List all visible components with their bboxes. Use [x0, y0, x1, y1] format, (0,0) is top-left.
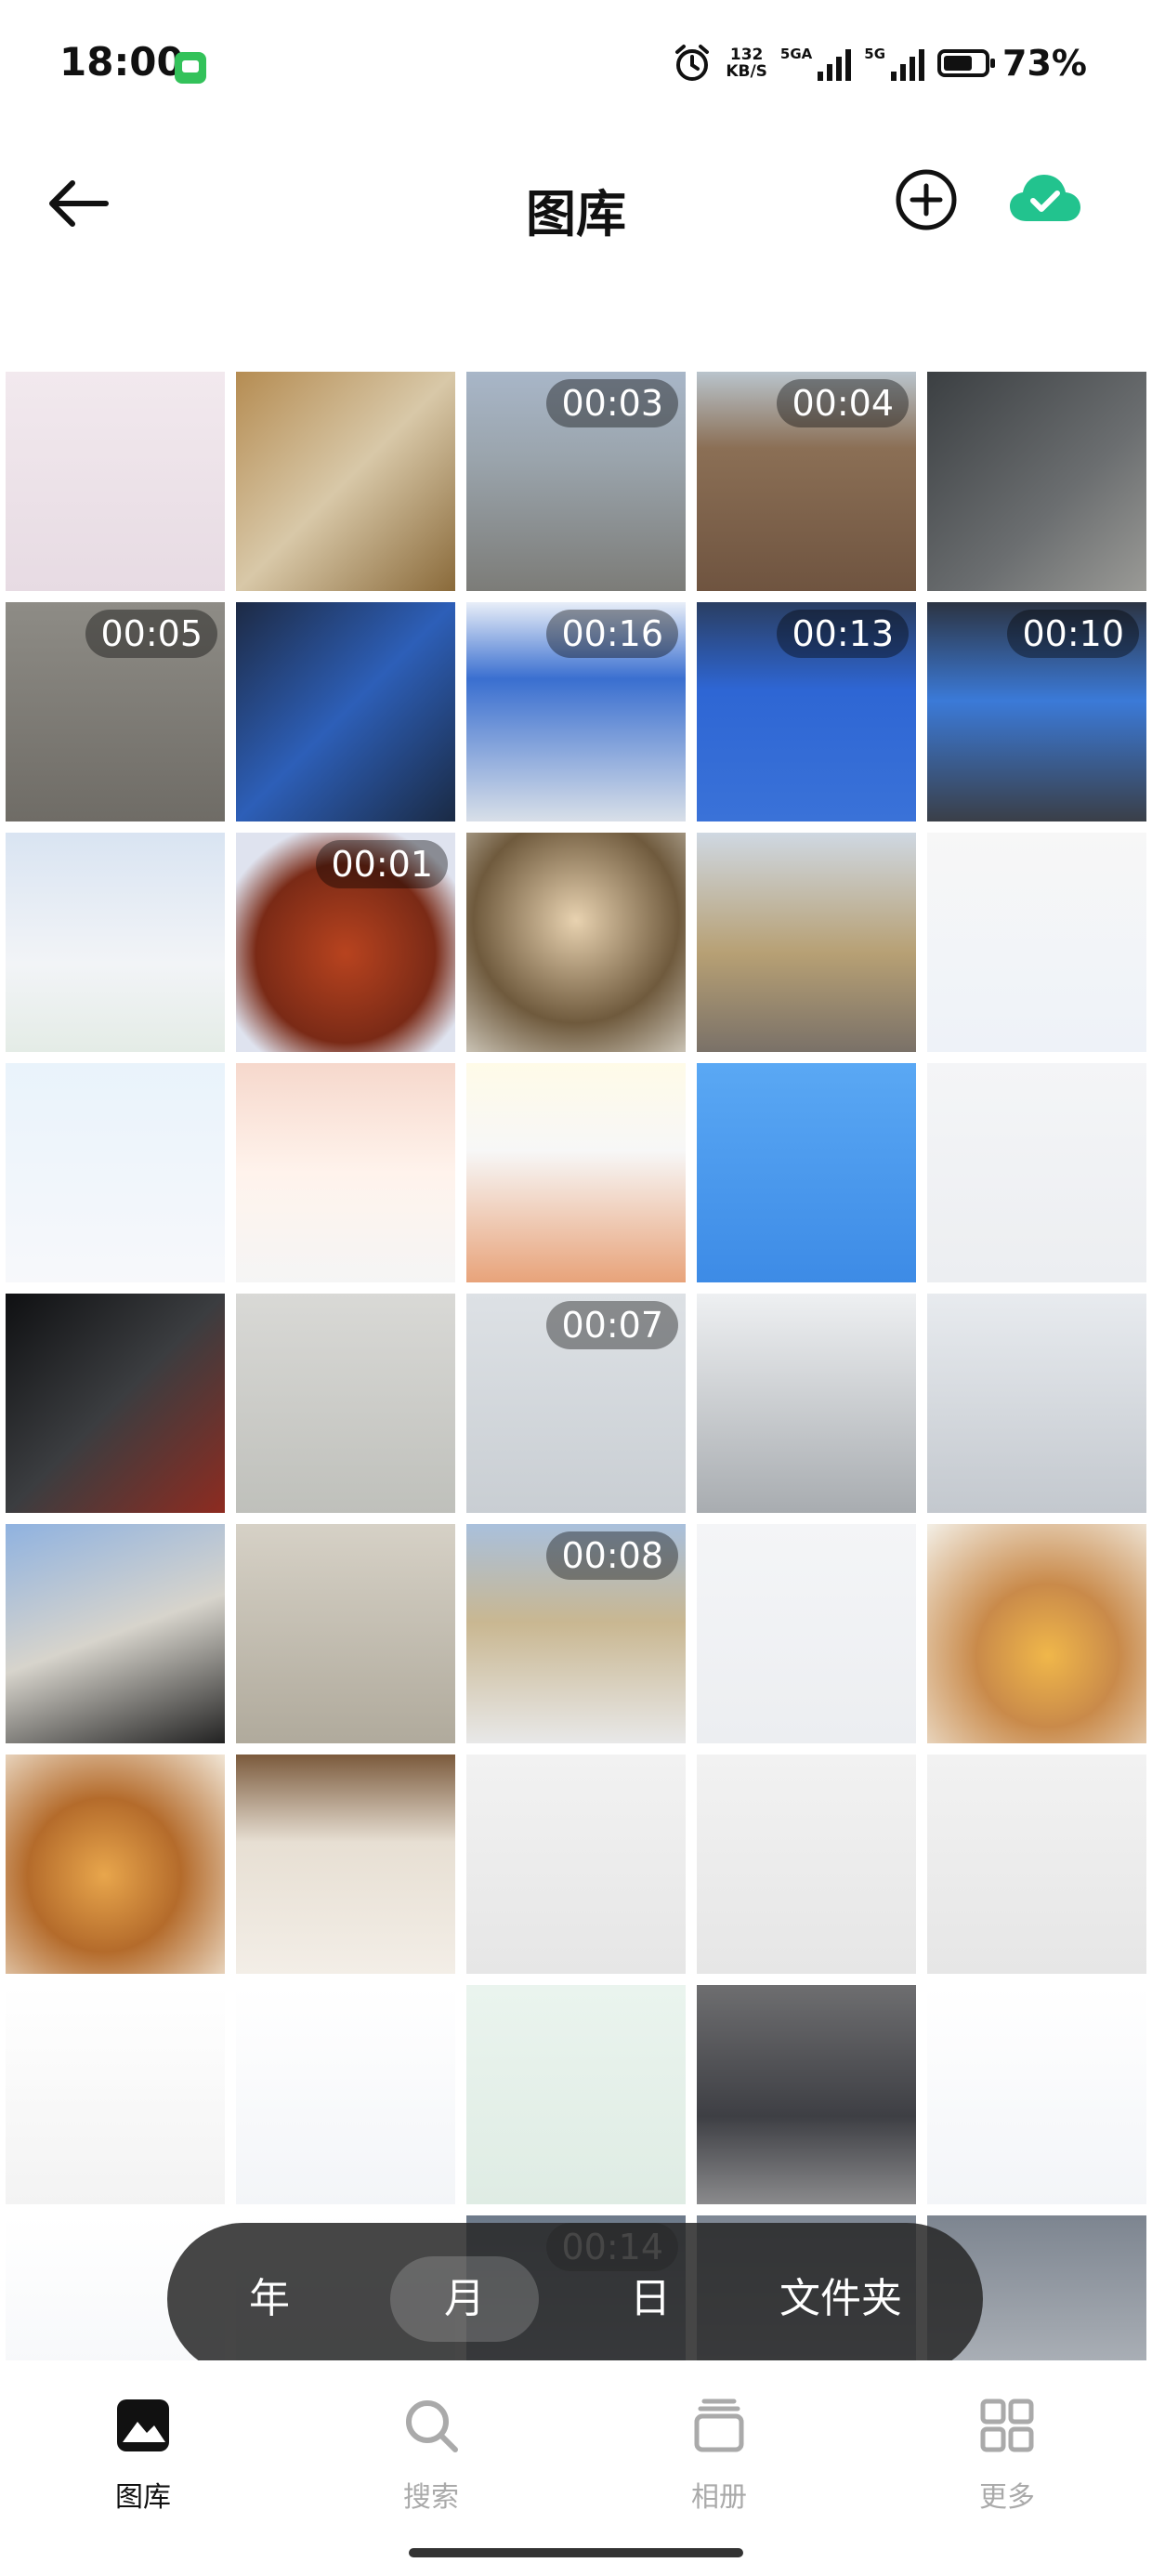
- photo-thumbnail[interactable]: [6, 1985, 225, 2204]
- nav-search[interactable]: 搜索: [338, 2388, 524, 2515]
- nav-more[interactable]: 更多: [914, 2388, 1100, 2515]
- photo-thumbnail[interactable]: [466, 833, 686, 1052]
- photo-thumbnail[interactable]: [6, 833, 225, 1052]
- status-bar: 18:00 132 KB/S 5GA 5G 73%: [0, 0, 1152, 139]
- network-rate-value: 132: [729, 46, 764, 64]
- video-thumbnail[interactable]: 00:10: [927, 602, 1146, 821]
- segment-folder[interactable]: 文件夹: [725, 2223, 957, 2375]
- message-app-icon: [175, 52, 206, 84]
- video-thumbnail[interactable]: 00:03: [466, 372, 686, 591]
- video-thumbnail[interactable]: 00:01: [236, 833, 455, 1052]
- photo-thumbnail[interactable]: [6, 372, 225, 591]
- segment-day[interactable]: 日: [557, 2223, 743, 2375]
- video-duration-badge: 00:16: [546, 610, 678, 658]
- photo-thumbnail[interactable]: [236, 1063, 455, 1282]
- photo-thumbnail[interactable]: [927, 1985, 1146, 2204]
- photo-thumbnail[interactable]: [927, 1755, 1146, 1974]
- nav-gallery-label: 图库: [115, 2481, 171, 2514]
- photo-thumbnail[interactable]: [697, 1524, 916, 1743]
- video-duration-badge: 00:10: [1007, 610, 1139, 658]
- photo-thumbnail[interactable]: [466, 1755, 686, 1974]
- status-icons: 132 KB/S 5GA 5G 73%: [672, 43, 1087, 84]
- photo-thumbnail[interactable]: [466, 1063, 686, 1282]
- video-thumbnail[interactable]: 00:04: [697, 372, 916, 591]
- photo-thumbnail[interactable]: [6, 1294, 225, 1513]
- photo-thumbnail[interactable]: [697, 1985, 916, 2204]
- battery-percent: 73%: [1002, 43, 1087, 84]
- photo-thumbnail[interactable]: [236, 602, 455, 821]
- nav-more-label: 更多: [979, 2481, 1035, 2514]
- video-thumbnail[interactable]: 00:08: [466, 1524, 686, 1743]
- photo-thumbnail[interactable]: [6, 1755, 225, 1974]
- photo-thumbnail[interactable]: [697, 1294, 916, 1513]
- photo-thumbnail[interactable]: [697, 1755, 916, 1974]
- home-indicator: [409, 2548, 743, 2557]
- nav-search-label: 搜索: [403, 2481, 459, 2514]
- nav-albums[interactable]: 相册: [626, 2388, 812, 2515]
- bottom-navigation: 图库 搜索 相册 更多: [0, 2360, 1152, 2576]
- video-duration-badge: 00:07: [546, 1301, 678, 1349]
- photo-thumbnail[interactable]: [927, 1294, 1146, 1513]
- photo-thumbnail[interactable]: [236, 1524, 455, 1743]
- search-icon: [406, 2400, 458, 2452]
- nav-albums-label: 相册: [691, 2481, 747, 2514]
- signal-icon: 5GA: [779, 46, 852, 81]
- network-type-label-2: 5G: [864, 46, 886, 62]
- grid-icon: [980, 2399, 1034, 2452]
- cloud-check-icon[interactable]: [1008, 171, 1082, 227]
- photo-thumbnail[interactable]: [697, 1063, 916, 1282]
- photo-thumbnail[interactable]: [927, 833, 1146, 1052]
- photo-thumbnail[interactable]: [697, 833, 916, 1052]
- page-title: 图库: [526, 185, 626, 243]
- video-duration-badge: 00:01: [316, 840, 448, 888]
- video-thumbnail[interactable]: 00:13: [697, 602, 916, 821]
- video-duration-badge: 00:05: [85, 610, 217, 658]
- segment-month[interactable]: 月: [353, 2223, 576, 2375]
- plus-circle-icon[interactable]: [894, 167, 959, 232]
- photo-thumbnail[interactable]: [927, 372, 1146, 591]
- photo-thumbnail[interactable]: [236, 372, 455, 591]
- video-thumbnail[interactable]: 00:16: [466, 602, 686, 821]
- battery-icon: [937, 49, 996, 77]
- photo-thumbnail[interactable]: [236, 1755, 455, 1974]
- photo-thumbnail[interactable]: [6, 1524, 225, 1743]
- status-time: 18:00: [59, 39, 184, 85]
- network-rate: 132 KB/S: [726, 46, 767, 80]
- album-icon: [694, 2399, 744, 2452]
- video-thumbnail[interactable]: 00:05: [6, 602, 225, 821]
- photo-icon: [117, 2399, 169, 2451]
- video-duration-badge: 00:08: [546, 1531, 678, 1580]
- video-thumbnail[interactable]: 00:07: [466, 1294, 686, 1513]
- photo-thumbnail[interactable]: [927, 1063, 1146, 1282]
- photo-thumbnail[interactable]: [6, 1063, 225, 1282]
- network-type-label: 5GA: [779, 46, 813, 62]
- signal-icon-2: 5G: [864, 46, 925, 81]
- alarm-icon: [675, 45, 710, 81]
- app-header: 图库: [0, 139, 1152, 269]
- video-duration-badge: 00:03: [546, 379, 678, 427]
- photo-thumbnail[interactable]: [236, 1294, 455, 1513]
- network-rate-unit: KB/S: [726, 62, 767, 81]
- photo-thumbnail[interactable]: [466, 1985, 686, 2204]
- view-mode-segmented-control: 年 月 日 文件夹: [167, 2223, 983, 2375]
- segment-year[interactable]: 年: [167, 2223, 372, 2375]
- photo-thumbnail[interactable]: [236, 1985, 455, 2204]
- photo-grid: 00:03 00:04 00:05 00:16 00:13 00:10 00:01 00:07…: [0, 372, 1152, 2360]
- photo-thumbnail[interactable]: [927, 1524, 1146, 1743]
- nav-gallery[interactable]: 图库: [50, 2388, 236, 2515]
- video-duration-badge: 00:04: [777, 379, 909, 427]
- video-duration-badge: 00:13: [777, 610, 909, 658]
